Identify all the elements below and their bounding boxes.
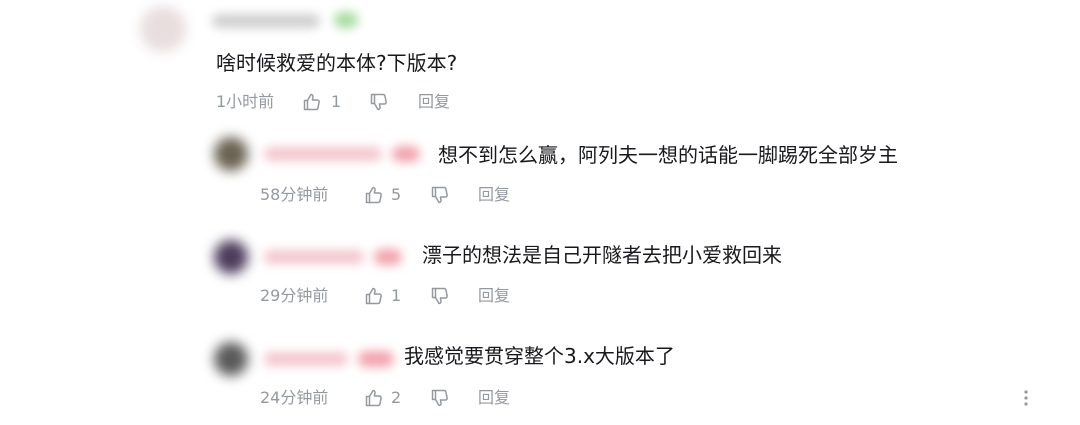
avatar[interactable] [140,6,186,52]
thumbs-down-icon[interactable] [430,185,450,205]
username-blurred[interactable] [264,147,382,161]
level-badge-blurred [374,249,402,265]
thumbs-down-icon[interactable] [369,92,389,112]
username-blurred[interactable] [264,352,348,366]
comment-meta: 1小时前 1 回复 [216,92,616,112]
username-blurred[interactable] [212,14,320,28]
like-count: 1 [331,92,342,111]
comment-meta: 58分钟前 5 回复 [260,185,660,205]
comment-item: 啥时候救爱的本体?下版本? 1小时前 1 回复 [0,0,1080,120]
avatar[interactable] [214,342,248,376]
thumbs-up-icon[interactable] [364,388,384,408]
comment-text: 啥时候救爱的本体?下版本? [216,51,458,75]
username-blurred[interactable] [264,250,364,264]
reply-button[interactable]: 回复 [418,92,450,112]
avatar[interactable] [214,240,248,274]
reply-item: 我感觉要贯穿整个3.x大版本了 24分钟前 2 回复 [0,330,1080,425]
reply-button[interactable]: 回复 [478,185,510,205]
level-badge-blurred [334,12,358,28]
reply-item: 漂子的想法是自己开隧者去把小爱救回来 29分钟前 1 回复 [0,228,1080,323]
comment-time: 1小时前 [216,92,275,111]
level-badge-blurred [358,351,394,367]
avatar[interactable] [214,137,248,171]
reply-button[interactable]: 回复 [478,388,510,408]
comment-time: 58分钟前 [260,185,329,204]
like-count: 2 [391,388,402,407]
comment-text: 我感觉要贯穿整个3.x大版本了 [404,344,675,368]
like-count: 5 [391,185,402,204]
comment-meta: 29分钟前 1 回复 [260,286,660,306]
thumbs-down-icon[interactable] [430,388,450,408]
level-badge-blurred [392,146,420,162]
comment-meta: 24分钟前 2 回复 [260,388,660,408]
comment-time: 29分钟前 [260,286,329,305]
thumbs-up-icon[interactable] [364,185,384,205]
comment-thread: { "comments": [ { "text": "啥时候救爱的本体?下版本?… [0,0,1080,425]
comment-time: 24分钟前 [260,388,329,407]
reply-button[interactable]: 回复 [478,286,510,306]
more-vertical-icon[interactable] [1018,388,1034,408]
thumbs-down-icon[interactable] [430,286,450,306]
thumbs-up-icon[interactable] [364,286,384,306]
like-count: 1 [391,286,402,305]
comment-text: 漂子的想法是自己开隧者去把小爱救回来 [422,243,782,267]
reply-item: 想不到怎么赢，阿列夫一想的话能一脚踢死全部岁主 58分钟前 5 回复 [0,125,1080,220]
thumbs-up-icon[interactable] [302,92,322,112]
comment-text: 想不到怎么赢，阿列夫一想的话能一脚踢死全部岁主 [438,143,898,167]
